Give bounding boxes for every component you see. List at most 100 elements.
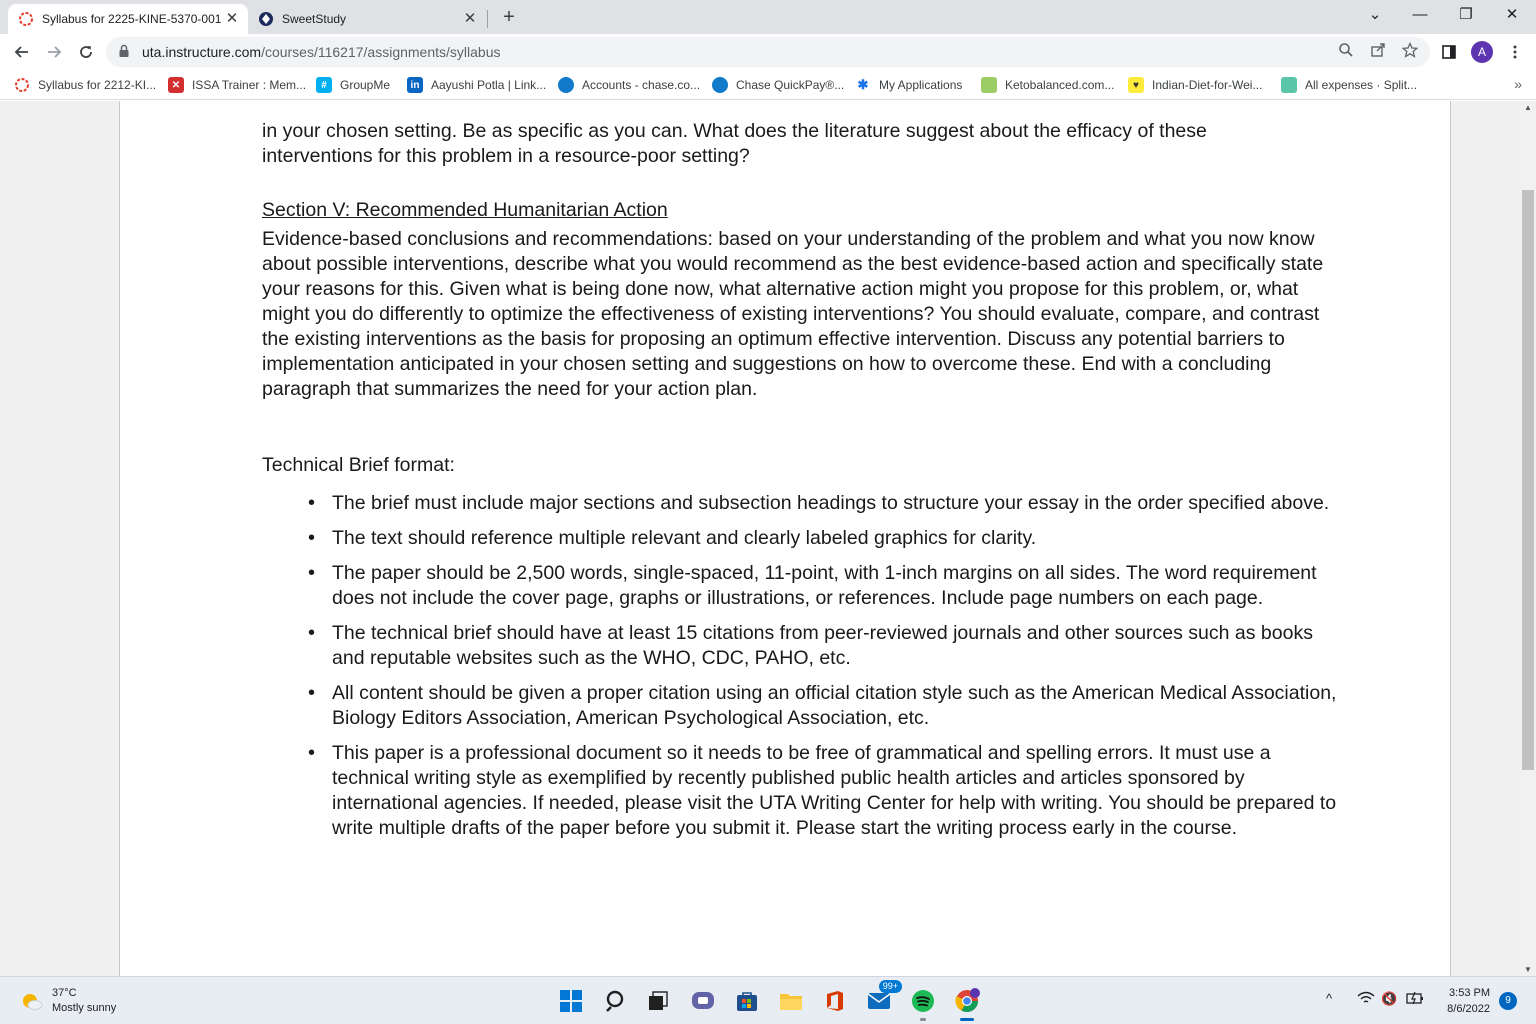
linkedin-logo-icon: in (407, 77, 423, 93)
forward-arrow-icon[interactable] (40, 38, 68, 66)
diet-logo-icon: ♥ (1128, 77, 1144, 93)
tab-title: SweetStudy (282, 12, 347, 26)
bookmark-label: My Applications (879, 78, 963, 92)
battery-icon[interactable] (1406, 991, 1424, 1008)
mail-button[interactable]: 99+ (864, 980, 902, 1016)
bookmark-label: All expenses · Split... (1305, 78, 1418, 92)
bookmark-item[interactable]: in Aayushi Potla | Link... (407, 75, 546, 95)
task-view-button[interactable] (643, 986, 673, 1016)
section-body: Evidence-based conclusions and recommend… (262, 228, 1324, 400)
share-icon[interactable] (1368, 42, 1388, 62)
wifi-icon[interactable] (1357, 991, 1375, 1008)
mail-icon (867, 993, 891, 1009)
intro-line: interventions for this problem in a reso… (262, 145, 750, 167)
list-item: The text should reference multiple relev… (308, 526, 1342, 551)
new-tab-button[interactable]: + (498, 6, 520, 28)
windows-logo-icon (560, 990, 582, 1012)
page-viewport: in your chosen setting. Be as specific a… (0, 101, 1536, 976)
url-path: /courses/116217/assignments/syllabus (261, 44, 501, 60)
list-item: The brief must include major sections an… (308, 491, 1342, 516)
bookmark-star-icon[interactable] (1400, 41, 1420, 62)
search-icon (606, 990, 624, 1012)
list-item: All content should be given a proper cit… (308, 681, 1342, 731)
bookmark-label: GroupMe (340, 78, 391, 92)
canvas-logo-icon (18, 11, 34, 27)
scroll-down-icon[interactable]: ▼ (1524, 965, 1532, 974)
format-list: The brief must include major sections an… (262, 491, 1342, 841)
intro-line: in your chosen setting. Be as specific a… (262, 120, 1207, 142)
start-button[interactable] (556, 986, 586, 1016)
bookmark-item[interactable]: # GroupMe (316, 75, 390, 95)
bookmark-item[interactable]: ♥ Indian-Diet-for-Wei... (1128, 75, 1262, 95)
mail-badge: 99+ (878, 980, 902, 993)
search-button[interactable] (601, 986, 631, 1016)
tray-overflow-icon[interactable]: ^ (1326, 991, 1332, 1006)
tab-close-icon[interactable]: ✕ (462, 11, 478, 27)
bookmark-item[interactable]: ✕ ISSA Trainer : Mem... (168, 75, 306, 95)
list-item: The paper should be 2,500 words, single-… (308, 561, 1342, 611)
chrome-button[interactable] (952, 986, 982, 1021)
address-bar[interactable]: uta.instructure.com/courses/116217/assig… (106, 37, 1430, 67)
chase-logo-icon (712, 77, 728, 93)
syllabus-document: in your chosen setting. Be as specific a… (262, 119, 1342, 851)
office-button[interactable] (820, 986, 850, 1016)
bookmark-item[interactable]: Syllabus for 2212-KI... (14, 75, 156, 95)
reload-icon[interactable] (72, 38, 100, 66)
bookmarks-bar: Syllabus for 2212-KI... ✕ ISSA Trainer :… (0, 70, 1536, 100)
active-indicator (960, 1018, 974, 1021)
vertical-scrollbar[interactable]: ▲ ▼ (1520, 101, 1536, 976)
sweetstudy-logo-icon (258, 11, 274, 27)
zoom-icon[interactable] (1336, 42, 1356, 62)
bookmark-item[interactable]: Accounts - chase.co... (558, 75, 700, 95)
spotify-button[interactable] (908, 986, 938, 1021)
groupme-logo-icon: # (316, 77, 332, 93)
store-button[interactable] (732, 986, 762, 1016)
system-clock[interactable]: 3:53 PM 8/6/2022 (1440, 985, 1490, 1017)
bookmark-label: Ketobalanced.com... (1005, 78, 1115, 92)
side-panel-icon[interactable] (1437, 40, 1461, 64)
bookmark-label: Aayushi Potla | Link... (431, 78, 547, 92)
bookmark-item[interactable]: Ketobalanced.com... (981, 75, 1114, 95)
bookmark-label: Chase QuickPay®... (736, 78, 845, 92)
tab-close-icon[interactable]: ✕ (224, 11, 240, 27)
profile-avatar[interactable]: A (1471, 41, 1493, 63)
notification-badge[interactable]: 9 (1499, 992, 1517, 1010)
scrollbar-thumb[interactable] (1522, 190, 1534, 770)
bookmark-item[interactable]: All expenses · Split... (1281, 75, 1417, 95)
browser-toolbar: uta.instructure.com/courses/116217/assig… (0, 34, 1536, 70)
document-page: in your chosen setting. Be as specific a… (119, 101, 1451, 976)
tab-syllabus[interactable]: Syllabus for 2225-KINE-5370-001 ✕ (8, 4, 248, 34)
running-indicator (920, 1018, 926, 1021)
lock-icon (118, 44, 134, 60)
restore-button[interactable]: ❐ (1443, 0, 1489, 32)
issa-logo-icon: ✕ (168, 77, 184, 93)
close-window-button[interactable]: ✕ (1489, 0, 1535, 32)
chrome-icon (955, 988, 980, 1012)
minimize-button[interactable]: — (1397, 0, 1443, 32)
ketobalanced-logo-icon (981, 77, 997, 93)
bookmarks-overflow-icon[interactable]: » (1514, 76, 1522, 92)
task-view-icon (649, 991, 668, 1010)
bookmark-label: ISSA Trainer : Mem... (192, 78, 307, 92)
weather-widget[interactable]: 37°C Mostly sunny (20, 986, 116, 1016)
scroll-up-icon[interactable]: ▲ (1524, 103, 1532, 112)
tab-strip: Syllabus for 2225-KINE-5370-001 ✕ SweetS… (0, 0, 1536, 34)
bookmark-item[interactable]: ✱ My Applications (855, 75, 963, 95)
menu-kebab-icon[interactable] (1503, 40, 1527, 64)
tab-sweetstudy[interactable]: SweetStudy ✕ (250, 4, 486, 34)
section-heading: Section V: Recommended Humanitarian Acti… (262, 199, 668, 221)
volume-muted-icon[interactable]: 🔇 (1381, 991, 1397, 1007)
bookmark-item[interactable]: Chase QuickPay®... (712, 75, 844, 95)
lightbulb-icon: ✱ (857, 77, 869, 92)
back-arrow-icon[interactable] (8, 38, 36, 66)
brief-format-title: Technical Brief format: (262, 454, 455, 476)
bookmark-label: Syllabus for 2212-KI... (38, 78, 157, 92)
spotify-icon (912, 990, 934, 1012)
tab-search-button[interactable]: ⌄ (1352, 0, 1398, 32)
partly-sunny-icon (20, 989, 44, 1013)
file-explorer-button[interactable] (776, 986, 806, 1016)
tab-title: Syllabus for 2225-KINE-5370-001 (42, 12, 222, 26)
canvas-logo-icon (14, 77, 30, 93)
chat-button[interactable] (688, 986, 718, 1016)
tab-separator (487, 10, 488, 28)
